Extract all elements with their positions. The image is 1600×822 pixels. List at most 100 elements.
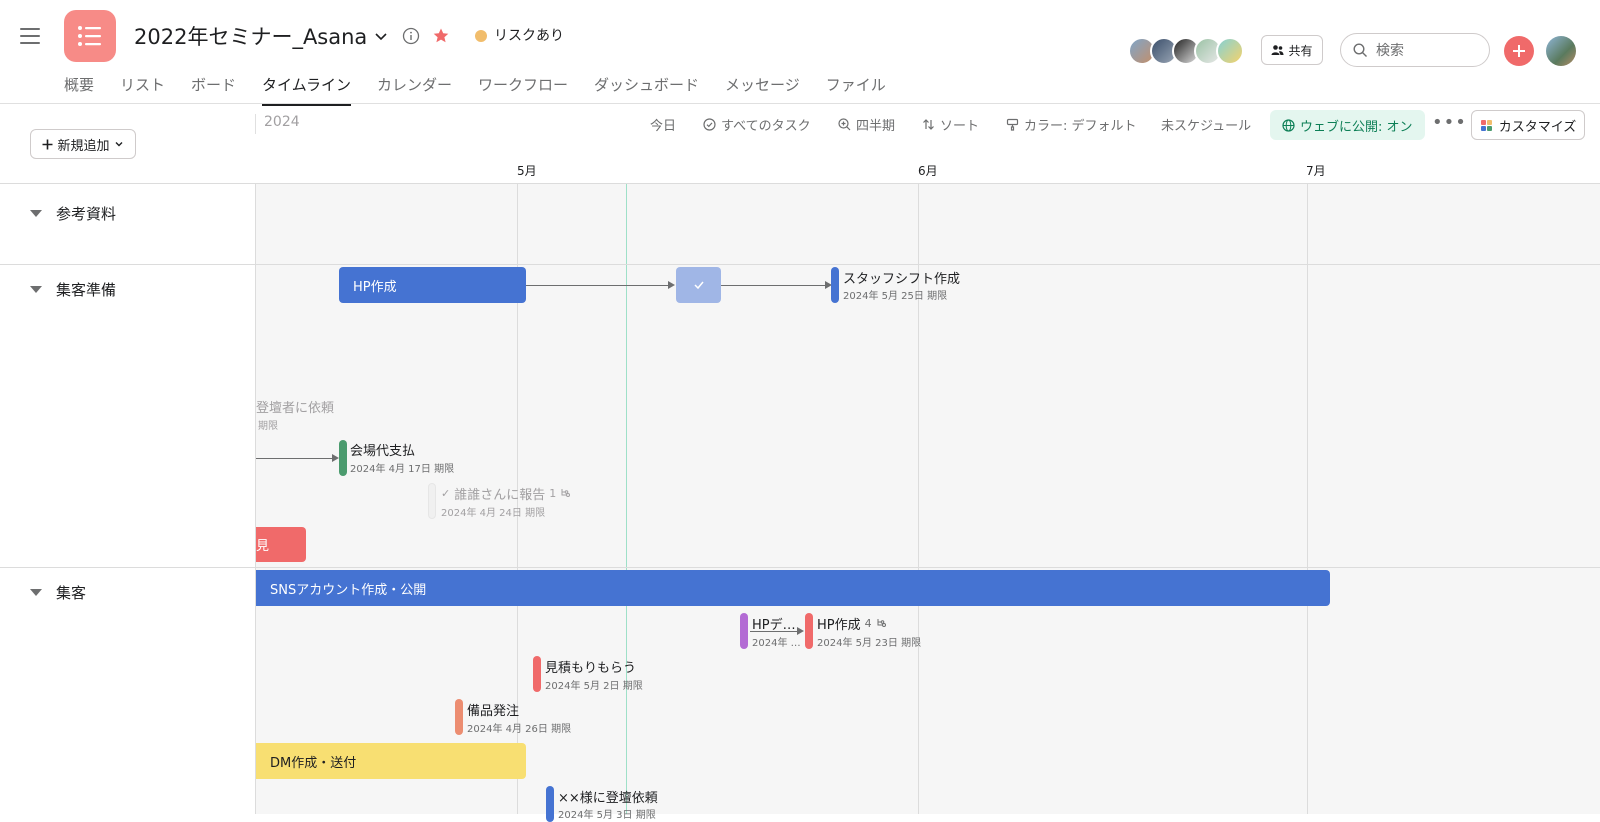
check-circle-icon [703, 118, 716, 131]
project-title[interactable]: 2022年セミナー_Asana [134, 21, 367, 51]
plus-icon [42, 139, 53, 149]
task-label: HP作成 [353, 279, 397, 295]
info-icon[interactable] [401, 26, 421, 46]
dependency-arrow [721, 285, 825, 286]
task-due-date: 期限 [258, 421, 278, 432]
tab-calendar[interactable]: カレンダー [377, 74, 452, 104]
today-label: 今日 [650, 119, 677, 134]
task-bar-completed[interactable] [676, 267, 721, 303]
check-icon [693, 281, 704, 290]
globe-icon [1282, 118, 1295, 132]
color-button[interactable]: カラー: デフォルト [1006, 115, 1137, 134]
all-tasks-filter[interactable]: すべてのタスク [703, 115, 811, 134]
tab-board[interactable]: ボード [191, 74, 236, 104]
task-marker[interactable] [533, 656, 541, 692]
task-due-date: 2024年 5月 2日 期限 [545, 681, 643, 692]
task-label: SNSアカウント作成・公開 [270, 582, 427, 598]
row-divider [0, 567, 1600, 568]
task-due-date: 2024年 5月 25日 期限 [843, 291, 948, 302]
chevron-down-icon[interactable] [371, 26, 391, 46]
tab-files[interactable]: ファイル [826, 74, 886, 104]
task-name[interactable]: スタッフシフト作成 [843, 268, 960, 287]
task-due-date: 2024年 4月 24日 期限 [441, 508, 546, 519]
sort-button[interactable]: ソート [922, 115, 979, 134]
customize-button[interactable]: カスタマイズ [1471, 110, 1585, 140]
task-name[interactable]: 会場代支払 [350, 440, 415, 459]
status-label[interactable]: リスクあり [494, 25, 564, 45]
collapse-triangle-icon[interactable] [30, 210, 42, 217]
search-input[interactable]: 検索 [1340, 33, 1490, 67]
task-name[interactable]: 見積もりもらう [545, 657, 636, 676]
task-due-date: 2024年 4月 17日 期限 [350, 464, 455, 475]
tab-list[interactable]: リスト [120, 74, 165, 104]
divider [255, 114, 256, 134]
member-avatars[interactable] [1128, 37, 1244, 65]
dependency-arrow [526, 285, 668, 286]
sort-icon [923, 119, 934, 130]
today-button[interactable]: 今日 [650, 115, 676, 134]
task-name-row[interactable]: ✓ 誰誰さんに報告 1 [441, 484, 571, 503]
task-marker[interactable] [831, 267, 839, 303]
month-label-june: 6月 [918, 164, 938, 178]
month-gridline [1307, 184, 1308, 814]
task-name[interactable]: ××様に登壇依頼 [558, 787, 658, 806]
task-bar-dm[interactable]: DM作成・送付 [256, 743, 526, 779]
section-prep[interactable]: 集客準備 [30, 279, 116, 300]
publish-web-button[interactable]: ウェブに公開: オン [1270, 110, 1425, 140]
arrow-head-icon [668, 281, 675, 289]
section-name: 参考資料 [56, 205, 117, 223]
chevron-down-icon [115, 142, 122, 147]
quarter-label: 四半期 [856, 119, 896, 134]
unscheduled-button[interactable]: 未スケジュール [1161, 115, 1251, 134]
tab-dashboard[interactable]: ダッシュボード [594, 74, 699, 104]
subtask-icon [877, 619, 886, 627]
section-reference[interactable]: 参考資料 [30, 203, 116, 224]
tab-workflow[interactable]: ワークフロー [478, 74, 568, 104]
top-header: 2022年セミナー_Asana リスクあり 概要 リスト ボード タイムライン … [0, 0, 1600, 106]
task-marker[interactable] [740, 613, 748, 649]
star-icon[interactable] [431, 26, 451, 46]
section-attract[interactable]: 集客 [30, 582, 86, 603]
share-button[interactable]: 共有 [1261, 35, 1323, 65]
subtask-count: 1 [549, 487, 557, 500]
search-placeholder: 検索 [1376, 43, 1404, 59]
task-name[interactable]: 備品発注 [467, 700, 519, 719]
tab-timeline[interactable]: タイムライン [262, 74, 351, 106]
task-label: 見 [256, 539, 270, 554]
task-marker[interactable] [428, 483, 436, 519]
user-avatar[interactable] [1546, 36, 1576, 66]
customize-label: カスタマイズ [1498, 119, 1577, 135]
task-name[interactable]: 登壇者に依頼 [256, 397, 334, 416]
tab-messages[interactable]: メッセージ [725, 74, 800, 104]
task-name-row[interactable]: HP作成 4 [817, 614, 887, 633]
task-bar-sns[interactable]: SNSアカウント作成・公開 [256, 570, 1330, 606]
task-name: 誰誰さんに報告 [454, 488, 546, 503]
task-marker[interactable] [455, 699, 463, 735]
more-options-icon[interactable]: ••• [1432, 112, 1467, 133]
project-icon [64, 10, 116, 62]
tab-overview[interactable]: 概要 [64, 74, 94, 104]
row-divider [0, 264, 1600, 265]
month-label-may: 5月 [517, 164, 537, 178]
create-button[interactable] [1504, 36, 1534, 66]
task-bar-red[interactable]: 見 [256, 527, 306, 562]
dependency-arrow [256, 458, 333, 459]
task-label: DM作成・送付 [270, 755, 357, 771]
task-bar-hp[interactable]: HP作成 [339, 267, 526, 303]
paint-icon [1006, 118, 1019, 131]
add-new-button[interactable]: 新規追加 [30, 129, 136, 159]
zoom-quarter-button[interactable]: 四半期 [838, 115, 895, 134]
row-divider [0, 183, 1600, 184]
status-dot [475, 30, 487, 42]
collapse-triangle-icon[interactable] [30, 589, 42, 596]
publish-label: ウェブに公開: オン [1300, 119, 1413, 135]
task-marker[interactable] [546, 786, 554, 822]
task-marker[interactable] [805, 613, 813, 649]
menu-icon[interactable] [20, 28, 40, 48]
add-new-label: 新規追加 [57, 138, 110, 154]
section-name: 集客 [56, 584, 87, 602]
collapse-triangle-icon[interactable] [30, 286, 42, 293]
task-marker[interactable] [339, 440, 347, 476]
sort-label: ソート [940, 119, 980, 134]
section-name: 集客準備 [56, 281, 117, 299]
